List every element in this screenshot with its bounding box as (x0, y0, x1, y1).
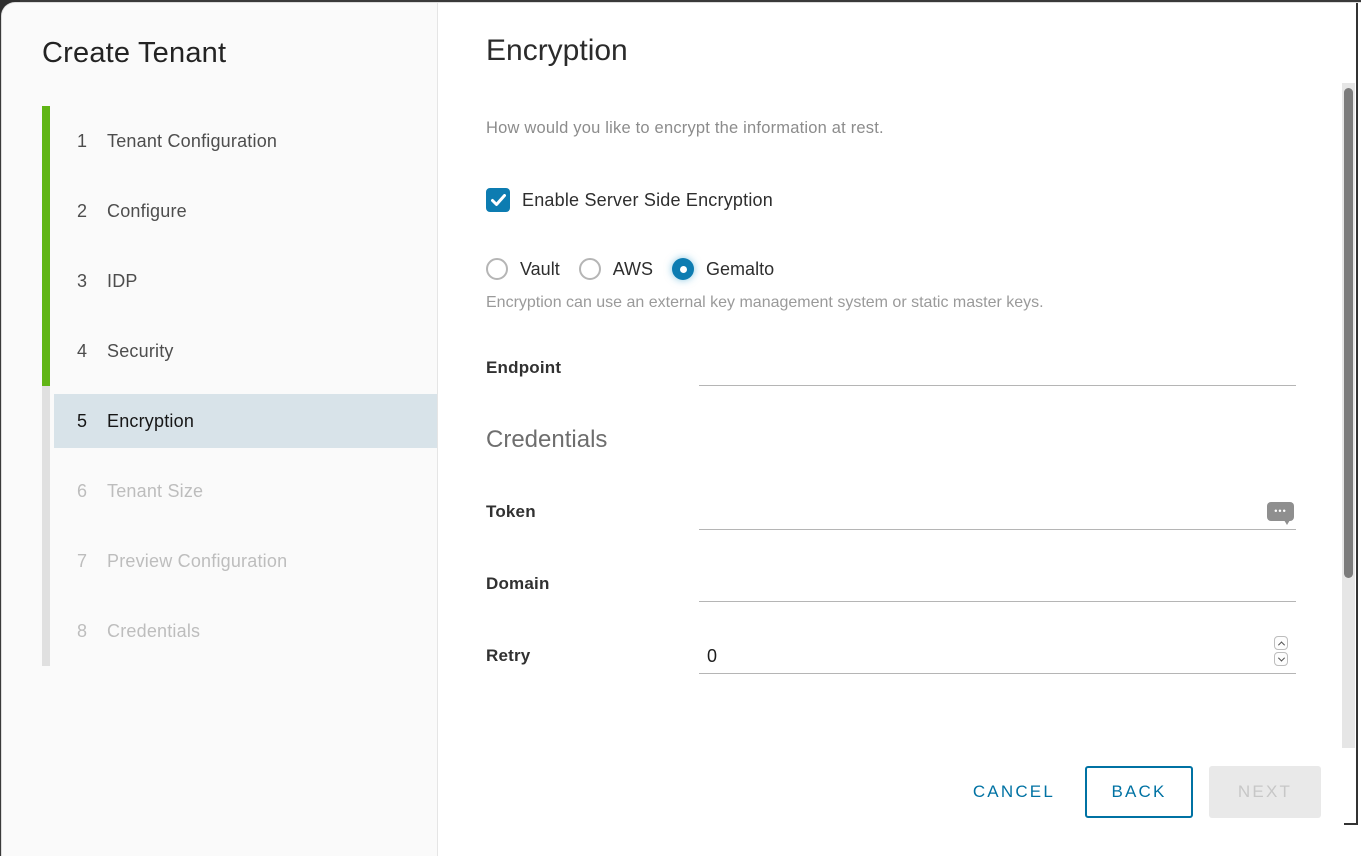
token-input[interactable] (699, 496, 1296, 529)
radio-circle-icon (486, 258, 508, 280)
radio-selected-icon (672, 258, 694, 280)
spinner-up-icon[interactable] (1274, 636, 1288, 650)
wizard-actions: CANCEL BACK NEXT (973, 766, 1321, 818)
retry-input[interactable] (699, 640, 1296, 673)
step-progress-bar (42, 106, 50, 176)
page-description: How would you like to encrypt the inform… (486, 119, 1361, 138)
kms-helper-text: Encryption can use an external key manag… (486, 293, 1086, 312)
radio-vault[interactable]: Vault (486, 258, 560, 280)
step-progress-bar (42, 246, 50, 316)
step-progress-bar (42, 596, 50, 666)
endpoint-label: Endpoint (486, 352, 699, 386)
retry-label: Retry (486, 640, 699, 674)
domain-label: Domain (486, 568, 699, 602)
step-progress-bar (42, 386, 50, 456)
step-progress-bar (42, 176, 50, 246)
token-row: Token ••• (486, 496, 1296, 530)
token-label: Token (486, 496, 699, 530)
retry-row: Retry (486, 640, 1296, 674)
window-edge-fragment (1344, 823, 1358, 825)
number-spinner (1274, 636, 1288, 666)
scrollbar-thumb[interactable] (1344, 88, 1353, 578)
step-encryption[interactable]: 5 Encryption (42, 386, 437, 456)
kms-radio-group: Vault AWS Gemalto (486, 258, 1361, 280)
step-idp[interactable]: 3 IDP (42, 246, 437, 316)
step-progress-bar (42, 526, 50, 596)
step-progress-bar (42, 456, 50, 526)
enable-sse-checkbox[interactable] (486, 188, 510, 212)
step-tenant-configuration[interactable]: 1 Tenant Configuration (42, 106, 437, 176)
cancel-button[interactable]: CANCEL (973, 782, 1069, 802)
domain-input-wrap (699, 568, 1296, 602)
credentials-heading: Credentials (486, 426, 1296, 454)
token-input-wrap: ••• (699, 496, 1296, 530)
domain-row: Domain (486, 568, 1296, 602)
radio-aws[interactable]: AWS (579, 258, 653, 280)
masked-value-icon: ••• (1267, 502, 1294, 521)
radio-circle-icon (579, 258, 601, 280)
step-configure[interactable]: 2 Configure (42, 176, 437, 246)
encryption-form: Endpoint Credentials Token ••• Domain (486, 352, 1296, 674)
endpoint-input-wrap (699, 352, 1296, 386)
next-button[interactable]: NEXT (1209, 766, 1321, 818)
spinner-down-icon[interactable] (1274, 652, 1288, 666)
page-title: Encryption (486, 33, 1361, 69)
endpoint-row: Endpoint (486, 352, 1296, 386)
wizard-title: Create Tenant (42, 37, 437, 70)
step-tenant-size[interactable]: 6 Tenant Size (42, 456, 437, 526)
step-security[interactable]: 4 Security (42, 316, 437, 386)
create-tenant-modal: Create Tenant 1 Tenant Configuration 2 C… (1, 2, 1361, 856)
enable-sse-row: Enable Server Side Encryption (486, 188, 1361, 212)
step-preview-configuration[interactable]: 7 Preview Configuration (42, 526, 437, 596)
endpoint-input[interactable] (699, 352, 1296, 385)
encryption-panel: Encryption How would you like to encrypt… (438, 3, 1361, 856)
wizard-sidebar: Create Tenant 1 Tenant Configuration 2 C… (2, 3, 438, 856)
enable-sse-label: Enable Server Side Encryption (522, 190, 773, 211)
window-edge-fragment (1356, 3, 1358, 825)
back-button[interactable]: BACK (1085, 766, 1193, 818)
checkmark-icon (491, 194, 506, 207)
step-progress-bar (42, 316, 50, 386)
wizard-steps: 1 Tenant Configuration 2 Configure 3 IDP… (2, 106, 437, 666)
radio-gemalto[interactable]: Gemalto (672, 258, 774, 280)
step-credentials[interactable]: 8 Credentials (42, 596, 437, 666)
retry-input-wrap (699, 640, 1296, 674)
content-scrollbar[interactable] (1342, 83, 1355, 748)
domain-input[interactable] (699, 568, 1296, 601)
